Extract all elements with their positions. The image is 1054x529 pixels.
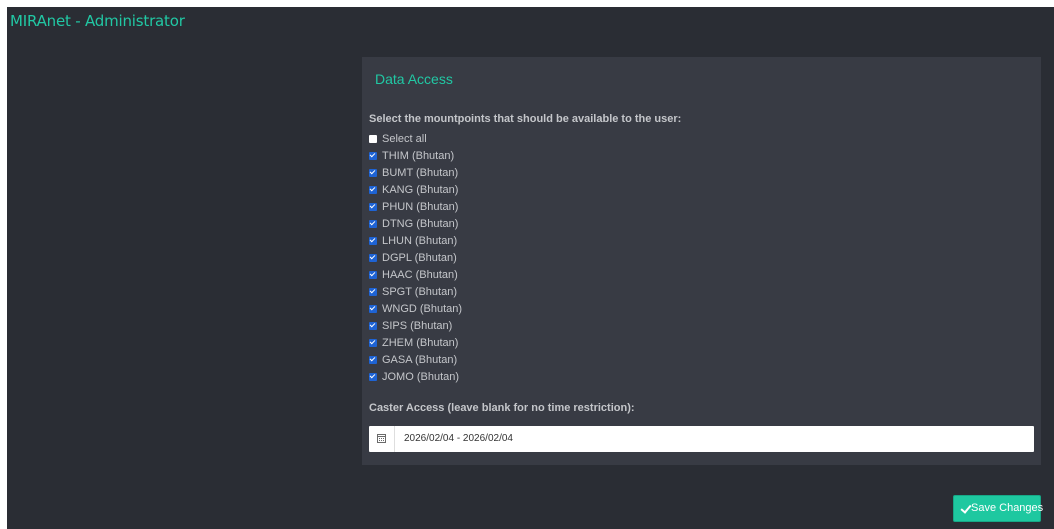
mountpoint-label: BUMT (Bhutan)	[382, 167, 459, 179]
mountpoint-label: LHUN (Bhutan)	[382, 235, 458, 247]
mountpoint-label: DTNG (Bhutan)	[382, 218, 459, 230]
save-button-label: Save Changes	[971, 502, 1044, 514]
mountpoint-label: PHUN (Bhutan)	[382, 201, 459, 213]
mountpoint-checkbox[interactable]	[369, 203, 377, 211]
date-range-input[interactable]: 2026/02/04 - 2026/02/04	[404, 426, 513, 452]
app-title: MIRAnet - Administrator	[10, 12, 185, 30]
date-range-field[interactable]: 2026/02/04 - 2026/02/04	[369, 426, 1034, 452]
mountpoint-checkbox[interactable]	[369, 220, 377, 228]
mountpoint-label: GASA (Bhutan)	[382, 354, 458, 366]
select-all-label: Select all	[382, 133, 427, 145]
mountpoint-label: ZHEM (Bhutan)	[382, 337, 459, 349]
mountpoint-checkbox[interactable]	[369, 305, 377, 313]
mountpoint-checkbox[interactable]	[369, 373, 377, 381]
mountpoint-label: HAAC (Bhutan)	[382, 269, 458, 281]
app-window: MIRAnet - Administrator Data Access Sele…	[7, 7, 1054, 529]
select-all-checkbox[interactable]	[369, 135, 377, 143]
mountpoint-checkbox[interactable]	[369, 339, 377, 347]
mountpoints-label: Select the mountpoints that should be av…	[369, 113, 682, 125]
mountpoint-label: JOMO (Bhutan)	[382, 371, 460, 383]
mountpoint-label: KANG (Bhutan)	[382, 184, 459, 196]
mountpoint-checkbox[interactable]	[369, 152, 377, 160]
panel-title: Data Access	[375, 71, 453, 87]
mountpoint-checkbox[interactable]	[369, 271, 377, 279]
mountpoint-label: SIPS (Bhutan)	[382, 320, 453, 332]
mountpoint-checkbox[interactable]	[369, 186, 377, 194]
data-access-panel: Data Access Select the mountpoints that …	[362, 57, 1041, 465]
mountpoint-checkbox[interactable]	[369, 169, 377, 177]
mountpoint-checkbox[interactable]	[369, 356, 377, 364]
mountpoint-checkbox[interactable]	[369, 254, 377, 262]
mountpoint-label: WNGD (Bhutan)	[382, 303, 463, 315]
title-bar: MIRAnet - Administrator	[7, 7, 1054, 39]
mountpoint-label: THIM (Bhutan)	[382, 150, 455, 162]
caster-access-label: Caster Access (leave blank for no time r…	[369, 402, 635, 414]
calendar-icon	[377, 434, 386, 443]
mountpoint-checkbox[interactable]	[369, 237, 377, 245]
mountpoint-checkbox[interactable]	[369, 322, 377, 330]
mountpoint-checkbox[interactable]	[369, 288, 377, 296]
calendar-addon[interactable]	[369, 426, 395, 452]
save-button[interactable]: Save Changes	[953, 495, 1044, 522]
check-icon	[960, 502, 972, 514]
mountpoint-label: SPGT (Bhutan)	[382, 286, 457, 298]
mountpoint-label: DGPL (Bhutan)	[382, 252, 457, 264]
